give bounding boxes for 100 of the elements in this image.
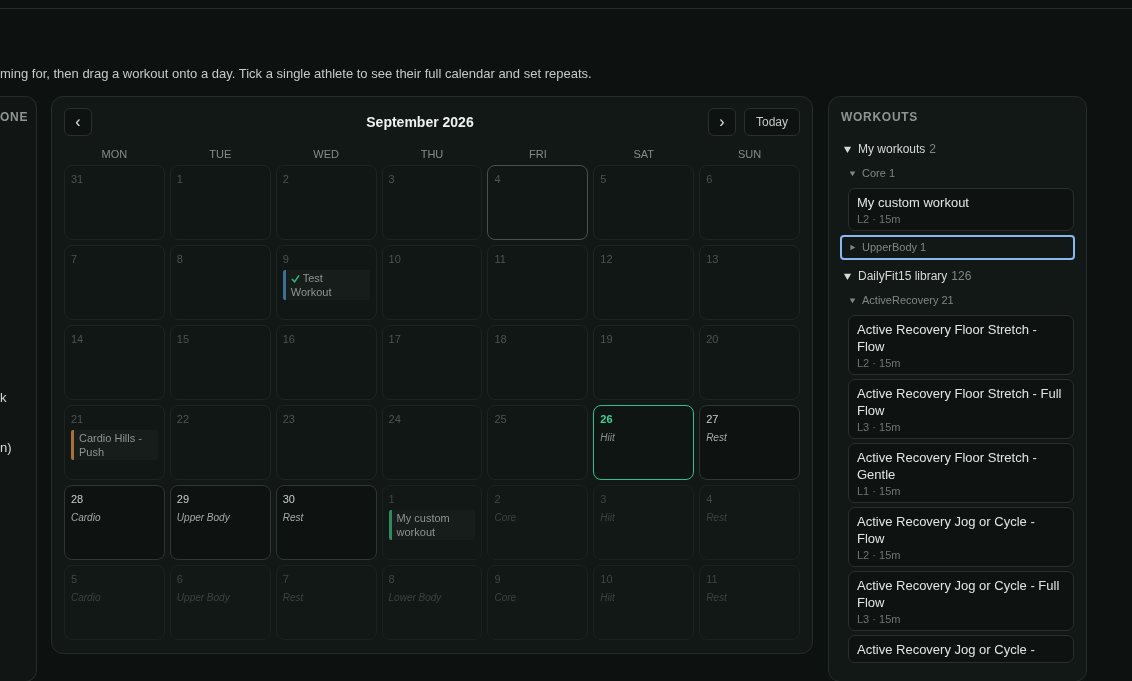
day-cell[interactable]: 13 [699,245,800,320]
panel-heading: WORKOUTS [841,109,920,125]
day-number: 10 [388,252,401,266]
planned-workout-label: Rest [282,511,304,524]
tree-folder-row[interactable]: UpperBody 1 [840,235,1075,260]
planned-workout-label: Rest [706,431,727,444]
workout-meta: L3 · 15m [857,612,902,626]
day-number: 26 [600,412,613,426]
day-cell[interactable]: 28 Cardio [64,485,165,560]
workout-card[interactable]: Active Recovery Floor Stretch - Gentle L1 · 15m [848,443,1074,503]
day-number: 17 [388,332,401,346]
day-number: 2 [282,172,289,186]
weekday-label: FRI [529,147,547,161]
workout-card[interactable]: Active Recovery Jog or Cycle - Full Flow L3 · 15m [848,571,1074,631]
weekday-label: SAT [633,147,654,161]
workout-title: Active Recovery Floor Stretch - Flow [857,321,1038,355]
next-month-button[interactable]: › [707,108,736,136]
day-number: 27 [706,412,719,426]
workout-card[interactable]: Active Recovery Jog or Cycle - Flow L2 · 15m [848,507,1074,567]
workout-title: Active Recovery Jog or Cycle - Full Flow [857,577,1061,611]
day-cell[interactable]: 15 [169,325,271,400]
workout-title: Active Recovery Jog or Cycle - [857,641,1036,658]
day-cell[interactable]: 4 [487,165,589,240]
caret-down-icon [843,271,852,281]
planned-workout-label: Upper Body [176,511,230,524]
day-cell[interactable]: 21 Cardio Hills - Push [64,405,165,480]
workout-meta: L3 · 15m [857,420,902,434]
day-cell[interactable]: 3 [381,165,483,240]
day-cell[interactable]: 18 [487,325,589,400]
day-number: 7 [71,252,78,266]
tree-folder-row[interactable]: ActiveRecovery 21 [840,288,1075,313]
day-number: 18 [494,332,507,346]
day-number: 3 [388,172,395,186]
event-title: My custom workout [395,511,451,539]
workout-meta: L2 · 15m [857,548,902,562]
day-cell[interactable]: 14 [64,325,165,400]
workout-card[interactable]: Active Recovery Floor Stretch - Flow L2 · 15m [848,315,1074,375]
weekday-label: MON [101,147,128,161]
tree-folder-row[interactable]: Core 1 [840,161,1075,186]
day-cell[interactable]: 8 [169,245,271,320]
workout-event[interactable]: Test Workout [282,270,370,300]
workout-meta: L2 · 15m [857,356,902,370]
month-title: September 2026 [366,112,474,132]
day-number: 15 [176,332,190,346]
workout-event[interactable]: Cardio Hills - Push [71,430,158,460]
planned-workout-label: Cardio [71,511,101,524]
day-cell[interactable]: 10 [381,245,483,320]
panel-heading: ONE [0,109,30,125]
today-button[interactable]: Today [743,108,800,136]
weekday-label: SUN [737,147,762,161]
day-cell[interactable]: 31 [64,165,165,240]
day-cell[interactable]: 26 Hiit [593,405,695,480]
day-number: 12 [600,252,613,266]
day-number: 11 [494,252,506,266]
day-cell[interactable]: 29 Upper Body [169,485,271,560]
day-cell[interactable]: 30 Rest [275,485,377,560]
event-title: Test Workout [289,271,333,299]
day-cell[interactable]: 23 [275,405,377,480]
tree-group-row[interactable]: DailyFit15 library 126 [840,266,1075,286]
day-number: 6 [706,172,713,186]
caret-right-icon [849,244,856,251]
day-cell[interactable]: 11 [487,245,589,320]
day-cell[interactable]: 25 [487,405,589,480]
day-number: 23 [282,412,295,426]
workout-card[interactable]: My custom workout L2 · 15m [848,188,1074,231]
workout-meta: L1 · 15m [857,484,902,498]
workout-meta: L2 · 15m [857,212,902,226]
weekday-label: TUE [209,147,232,161]
day-number: 28 [71,492,84,506]
workout-card[interactable]: Active Recovery Jog or Cycle - [848,635,1074,663]
workout-title: Active Recovery Floor Stretch - Gentle [857,449,1038,483]
planned-workout-label: Hiit [600,431,615,444]
day-number: 5 [600,172,607,186]
day-number: 13 [706,252,719,266]
day-cell[interactable]: 12 [593,245,695,320]
day-number: 4 [494,172,501,186]
workout-title: My custom workout [857,194,970,211]
day-cell[interactable]: 5 [593,165,695,240]
previous-month-button[interactable]: ‹ [64,108,92,136]
day-cell[interactable]: 20 [699,325,800,400]
workout-title: Active Recovery Jog or Cycle - Flow [857,513,1036,547]
tree-group-row[interactable]: My workouts 2 [840,139,1075,159]
day-cell[interactable]: 2 [275,165,377,240]
day-number: 19 [600,332,613,346]
check-icon [290,274,300,283]
workout-title: Active Recovery Floor Stretch - Full Flow [857,385,1063,419]
day-cell[interactable]: 22 [169,405,271,480]
day-cell[interactable]: 19 [593,325,695,400]
day-number: 30 [282,492,295,506]
workout-card[interactable]: Active Recovery Floor Stretch - Full Flow L3 · 15m [848,379,1074,439]
day-cell[interactable]: 27 Rest [699,405,800,480]
workout-event[interactable]: My custom workout [388,510,476,540]
day-number: 29 [176,492,190,506]
weekday-label: THU [420,147,444,161]
day-cell[interactable]: 6 [699,165,800,240]
label-text: n) [0,440,12,456]
day-cell[interactable]: 7 [64,245,165,320]
day-number: 14 [71,332,84,346]
day-cell[interactable]: 24 [381,405,483,480]
day-cell[interactable]: 17 [381,325,483,400]
